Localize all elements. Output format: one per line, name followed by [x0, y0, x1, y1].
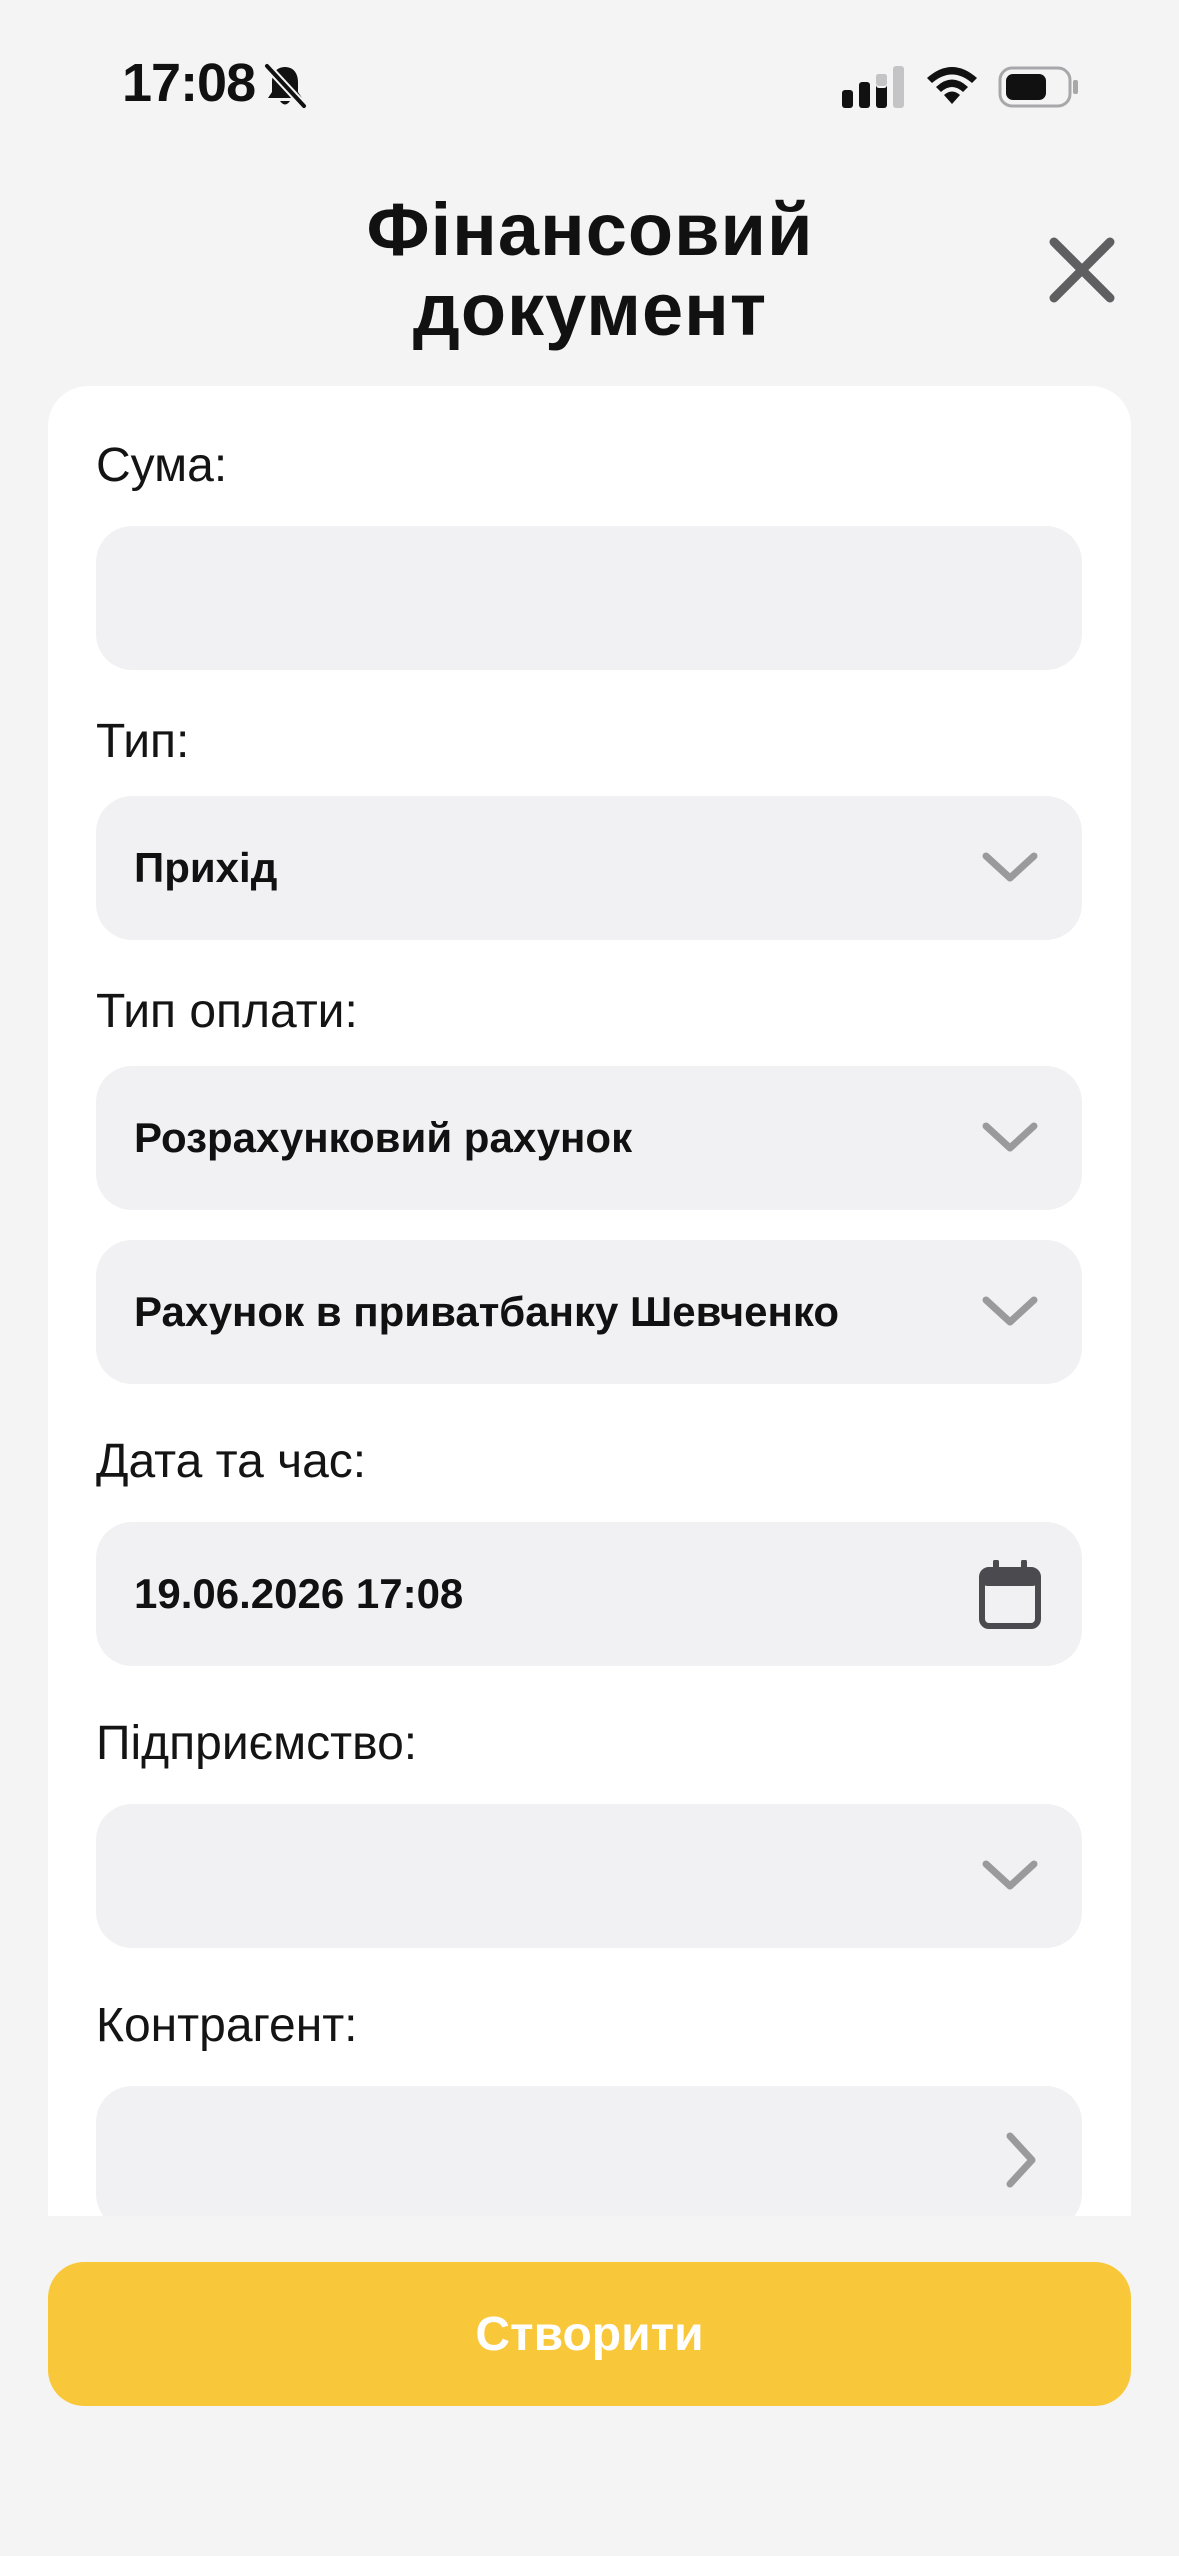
- type-label: Тип:: [96, 715, 190, 768]
- chevron-down-icon: [982, 1296, 1038, 1326]
- form-card: Сума: Тип: Прихід Тип оплати: Розрахунко…: [48, 386, 1131, 2216]
- page-title: Фінансовий документ: [366, 188, 814, 351]
- chevron-down-icon: [982, 852, 1038, 882]
- datetime-input[interactable]: 19.06.2026 17:08: [96, 1522, 1082, 1666]
- counterparty-label: Контрагент:: [96, 1999, 358, 2052]
- type-value: Прихід: [134, 844, 278, 891]
- datetime-value: 19.06.2026 17:08: [134, 1570, 464, 1617]
- payment-type-select[interactable]: Розрахунковий рахунок: [96, 1066, 1082, 1210]
- chevron-down-icon: [982, 1122, 1038, 1152]
- payment-type-label: Тип оплати:: [96, 985, 358, 1038]
- account-select[interactable]: Рахунок в приватбанку Шевченко: [96, 1240, 1082, 1384]
- amount-input[interactable]: [96, 526, 1082, 670]
- close-icon[interactable]: [1046, 234, 1118, 306]
- create-button[interactable]: Створити: [48, 2262, 1131, 2406]
- account-value: Рахунок в приватбанку Шевченко: [134, 1288, 840, 1335]
- bell-slash-icon: [264, 63, 307, 109]
- datetime-label: Дата та час:: [96, 1435, 367, 1488]
- status-bar: 17:08: [0, 0, 1179, 170]
- status-time: 17:08: [122, 53, 256, 113]
- enterprise-label: Підприємство:: [96, 1717, 418, 1770]
- wifi-icon: [927, 67, 977, 104]
- signal-icon: [842, 66, 904, 108]
- counterparty-select[interactable]: [96, 2086, 1082, 2216]
- chevron-right-icon: [1006, 2132, 1036, 2188]
- battery-icon: [998, 66, 1078, 108]
- chevron-down-icon: [982, 1860, 1038, 1890]
- payment-type-value: Розрахунковий рахунок: [134, 1114, 633, 1161]
- amount-label: Сума:: [96, 439, 228, 492]
- type-select[interactable]: Прихід: [96, 796, 1082, 940]
- enterprise-select[interactable]: [96, 1804, 1082, 1948]
- calendar-icon[interactable]: [978, 1560, 1042, 1630]
